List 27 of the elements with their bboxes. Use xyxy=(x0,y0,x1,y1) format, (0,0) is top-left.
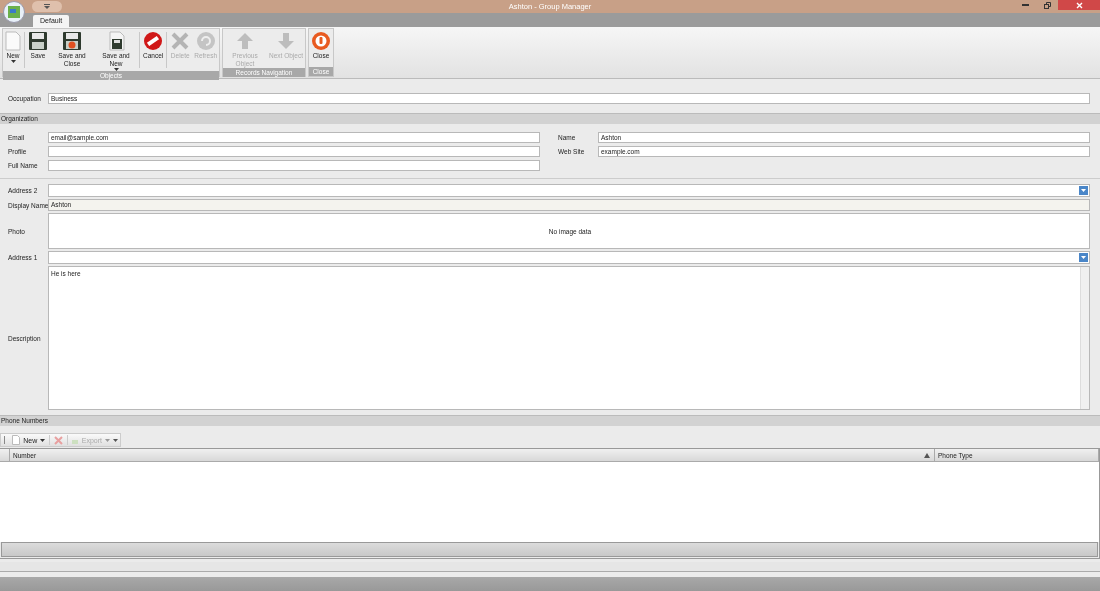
restore-icon xyxy=(1043,1,1051,9)
sort-ascending-icon xyxy=(924,452,930,458)
dropdown-icon xyxy=(44,4,50,9)
text-field[interactable] xyxy=(48,159,540,171)
floppy-close-icon xyxy=(62,31,82,51)
text-field[interactable] xyxy=(48,145,540,157)
dropdown-icon[interactable] xyxy=(1079,186,1088,195)
dropdown-field[interactable] xyxy=(48,251,1090,264)
close-icon xyxy=(1075,1,1083,9)
dropdown-field[interactable] xyxy=(48,184,1090,197)
minimize-icon xyxy=(1021,4,1029,6)
scrollbar[interactable] xyxy=(1080,267,1089,409)
dropdown-icon[interactable] xyxy=(1079,253,1088,262)
close-icon xyxy=(53,435,63,445)
close-button[interactable] xyxy=(1058,0,1100,10)
page-icon xyxy=(12,435,21,445)
power-icon xyxy=(310,31,331,51)
up-arrow-icon xyxy=(236,32,254,50)
dropdown-icon xyxy=(40,438,46,442)
no-entry-icon xyxy=(143,31,164,51)
close-icon xyxy=(170,31,191,51)
down-arrow-icon xyxy=(277,32,295,50)
page-icon xyxy=(5,31,21,51)
floppy-icon xyxy=(107,31,125,51)
quick-access-button[interactable] xyxy=(32,1,62,12)
floppy-icon xyxy=(28,31,48,51)
refresh-icon xyxy=(195,31,216,51)
